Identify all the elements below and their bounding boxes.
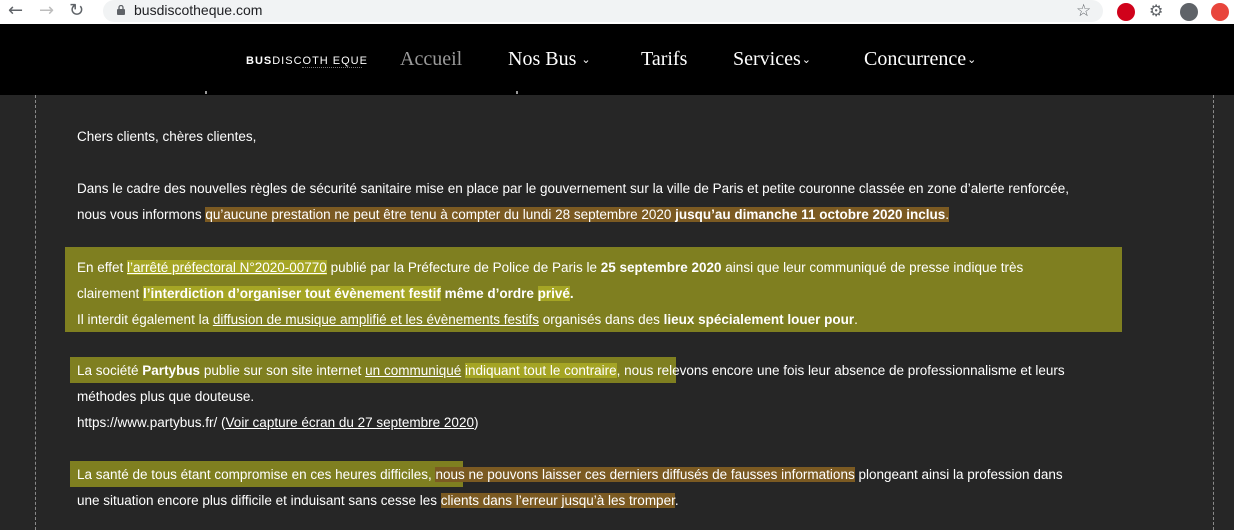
extension-icon[interactable]: ⚙ <box>1149 0 1163 24</box>
reload-icon[interactable]: ↻ <box>69 0 84 24</box>
forward-icon[interactable]: → <box>39 0 54 24</box>
p1-line1: Dans le cadre des nouvelles règles de sé… <box>77 181 1070 196</box>
profile-icon[interactable] <box>1180 3 1198 21</box>
update-icon[interactable] <box>1211 3 1229 21</box>
browser-toolbar: ← → ↻ busdiscotheque.com ☆ ⚙ <box>0 0 1234 24</box>
logo-bold: BUS <box>246 55 273 67</box>
adblock-icon[interactable] <box>1117 3 1135 21</box>
p2-line3: Il interdit également la diffusion de mu… <box>77 312 858 327</box>
chevron-down-icon: ⌄ <box>801 53 811 66</box>
nav-tarifs[interactable]: Tarifs <box>641 48 687 71</box>
star-icon[interactable]: ☆ <box>1076 0 1091 24</box>
nav-accueil[interactable]: Accueil <box>400 48 462 71</box>
back-icon[interactable]: ← <box>8 0 23 24</box>
site-navbar: BUSDISCOTH EQUE Accueil Nos Bus ⌄ Tarifs … <box>0 24 1234 95</box>
nav-nos-bus[interactable]: Nos Bus ⌄ <box>508 48 591 71</box>
communique-link[interactable]: un communiqué <box>365 363 461 378</box>
chevron-down-icon: ⌄ <box>581 53 591 66</box>
cropped-text-fragments <box>0 91 1234 97</box>
p4-line1: La santé de tous étant compromise en ces… <box>77 467 1063 482</box>
nav-services[interactable]: Services⌄ <box>733 48 811 71</box>
p3-line1: La société Partybus publie sur son site … <box>77 363 1065 378</box>
arrete-link[interactable]: l’arrêté préfectoral N°2020-00770 <box>127 260 327 275</box>
lock-icon <box>117 5 125 15</box>
logo-text: DISCOTH EQUE <box>272 55 368 67</box>
chevron-down-icon: ⌄ <box>967 53 977 66</box>
paragraph-2: En effet l’arrêté préfectoral N°2020-007… <box>77 255 1023 333</box>
p3-line2: méthodes plus que douteuse. <box>77 389 255 404</box>
url-text[interactable]: busdiscotheque.com <box>134 2 262 18</box>
p4-line2: une situation encore plus difficile et i… <box>77 493 679 508</box>
p2-line2: clairement l’interdiction d’organiser to… <box>77 286 574 301</box>
article-content: Chers clients, chères clientes, Dans le … <box>0 91 1234 530</box>
p3-line3: https://www.partybus.fr/ (Voir capture é… <box>77 415 479 430</box>
dashed-border-right <box>1213 95 1214 530</box>
capture-link[interactable]: Voir capture écran du 27 septembre 2020 <box>226 415 474 430</box>
site-logo[interactable]: BUSDISCOTH EQUE <box>246 55 368 68</box>
paragraph-3: La société Partybus publie sur son site … <box>77 358 1065 436</box>
greeting: Chers clients, chères clientes, <box>77 129 257 144</box>
p1-line2: nous vous informons qu’aucune prestation… <box>77 207 950 222</box>
dashed-border-left <box>35 95 36 530</box>
nav-concurrence[interactable]: Concurrence⌄ <box>864 48 976 71</box>
paragraph-1: Dans le cadre des nouvelles règles de sé… <box>77 176 1069 228</box>
paragraph-4: La santé de tous étant compromise en ces… <box>77 462 1063 514</box>
p2-line1: En effet l’arrêté préfectoral N°2020-007… <box>77 260 1024 275</box>
